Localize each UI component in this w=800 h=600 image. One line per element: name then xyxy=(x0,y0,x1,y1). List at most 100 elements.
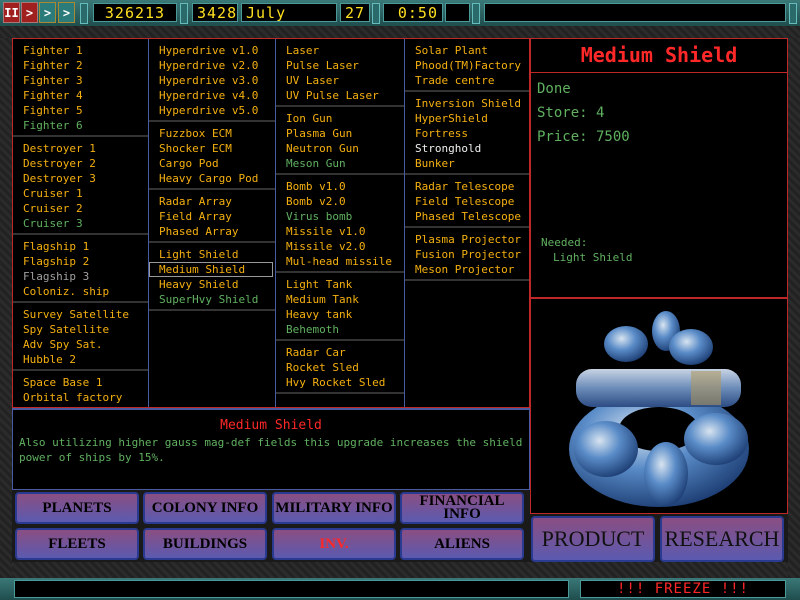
pause-button[interactable]: II xyxy=(3,2,20,23)
list-item[interactable]: Missile v1.0 xyxy=(276,224,404,239)
item-group: Survey Satellite Spy Satellite Adv Spy Sat… xyxy=(13,303,148,371)
list-item[interactable]: Adv Spy Sat. xyxy=(13,337,148,352)
list-item[interactable]: Solar Plant xyxy=(405,43,529,58)
list-item[interactable]: Cruiser 1 xyxy=(13,186,148,201)
credits-display: 326213 xyxy=(93,3,177,22)
list-item[interactable]: Radar Car xyxy=(276,345,404,360)
list-item[interactable]: Orbital factory xyxy=(13,390,148,405)
item-info-panel: Medium Shield Done Store: 4 Price: 7500 … xyxy=(530,38,788,298)
research-button[interactable]: RESEARCH xyxy=(660,516,784,562)
background-decoration xyxy=(12,562,788,578)
list-item[interactable]: Fusion Projector xyxy=(405,247,529,262)
buildings-button[interactable]: BUILDINGS xyxy=(143,528,267,560)
list-item[interactable]: Inversion Shield xyxy=(405,96,529,111)
list-item[interactable]: Rocket Sled xyxy=(276,360,404,375)
list-item[interactable]: Hvy Rocket Sled xyxy=(276,375,404,390)
faster-forward-icon: > xyxy=(62,5,71,20)
list-item[interactable]: Heavy Cargo Pod xyxy=(149,171,275,186)
list-item[interactable]: Cargo Pod xyxy=(149,156,275,171)
list-item[interactable]: Shocker ECM xyxy=(149,141,275,156)
list-item[interactable]: Mul-head missile xyxy=(276,254,404,269)
list-item[interactable]: Plasma Projector xyxy=(405,232,529,247)
list-item[interactable]: Ion Gun xyxy=(276,111,404,126)
item-group: Hyperdrive v1.0 Hyperdrive v2.0 Hyperdrive… xyxy=(149,39,275,122)
separator xyxy=(80,3,88,24)
faster-forward-button[interactable]: > xyxy=(58,2,75,23)
list-item[interactable]: Flagship 3 xyxy=(13,269,148,284)
list-item[interactable]: Virus bomb xyxy=(276,209,404,224)
list-item[interactable]: SuperHvy Shield xyxy=(149,292,275,307)
list-item-selected[interactable]: Medium Shield xyxy=(149,262,273,277)
list-item[interactable]: Destroyer 2 xyxy=(13,156,148,171)
list-item[interactable]: Neutron Gun xyxy=(276,141,404,156)
list-item[interactable]: Pulse Laser xyxy=(276,58,404,73)
list-item[interactable]: Cruiser 2 xyxy=(13,201,148,216)
list-item[interactable]: Spy Satellite xyxy=(13,322,148,337)
list-item[interactable]: Meson Gun xyxy=(276,156,404,171)
list-item[interactable]: Fuzzbox ECM xyxy=(149,126,275,141)
list-item[interactable]: UV Pulse Laser xyxy=(276,88,404,103)
list-item[interactable]: Hyperdrive v3.0 xyxy=(149,73,275,88)
list-item[interactable]: Missile v2.0 xyxy=(276,239,404,254)
fast-forward-icon: > xyxy=(43,5,52,20)
aliens-button[interactable]: ALIENS xyxy=(400,528,524,560)
list-item[interactable]: Hyperdrive v2.0 xyxy=(149,58,275,73)
list-item[interactable]: Flagship 2 xyxy=(13,254,148,269)
list-item[interactable]: Fighter 5 xyxy=(13,103,148,118)
column-ships: Fighter 1 Fighter 2 Fighter 3 Fighter 4 Figh… xyxy=(13,39,149,439)
list-item[interactable]: Bomb v2.0 xyxy=(276,194,404,209)
list-item[interactable]: Stronghold xyxy=(405,141,529,156)
list-item[interactable]: UV Laser xyxy=(276,73,404,88)
list-item[interactable]: Bomb v1.0 xyxy=(276,179,404,194)
item-group: Destroyer 1 Destroyer 2 Destroyer 3 Cruiser… xyxy=(13,137,148,235)
item-group: Plasma Projector Fusion Projector Meson Pr… xyxy=(405,228,529,281)
list-item[interactable]: Bunker xyxy=(405,156,529,171)
list-item[interactable]: Meson Projector xyxy=(405,262,529,277)
list-item[interactable]: Laser xyxy=(276,43,404,58)
list-item[interactable]: Field Telescope xyxy=(405,194,529,209)
list-item[interactable]: Destroyer 3 xyxy=(13,171,148,186)
planets-button[interactable]: PLANETS xyxy=(15,492,139,524)
list-item[interactable]: Flagship 1 xyxy=(13,239,148,254)
list-item[interactable]: Hyperdrive v4.0 xyxy=(149,88,275,103)
list-item[interactable]: Light Tank xyxy=(276,277,404,292)
list-item[interactable]: Fighter 6 xyxy=(13,118,148,133)
list-item[interactable]: Hubble 2 xyxy=(13,352,148,367)
list-item[interactable]: Behemoth xyxy=(276,322,404,337)
list-item[interactable]: Fighter 4 xyxy=(13,88,148,103)
list-item[interactable]: Radar Array xyxy=(149,194,275,209)
list-item[interactable]: Field Array xyxy=(149,209,275,224)
list-item[interactable]: Destroyer 1 xyxy=(13,141,148,156)
list-item[interactable]: Radar Telescope xyxy=(405,179,529,194)
list-item[interactable]: Hyperdrive v1.0 xyxy=(149,43,275,58)
list-item[interactable]: Plasma Gun xyxy=(276,126,404,141)
list-item[interactable]: Fortress xyxy=(405,126,529,141)
list-item[interactable]: Hyperdrive v5.0 xyxy=(149,103,275,118)
list-item[interactable]: Heavy tank xyxy=(276,307,404,322)
list-item[interactable]: Fighter 1 xyxy=(13,43,148,58)
list-item[interactable]: Phased Telescope xyxy=(405,209,529,224)
list-item[interactable]: Heavy Shield xyxy=(149,277,275,292)
list-item[interactable]: Phood(TM)Factory xyxy=(405,58,529,73)
list-item[interactable]: HyperShield xyxy=(405,111,529,126)
list-item[interactable]: Trade centre xyxy=(405,73,529,88)
list-item[interactable]: Medium Tank xyxy=(276,292,404,307)
list-item[interactable]: Space Base 1 xyxy=(13,375,148,390)
message-display xyxy=(484,3,786,22)
financial-info-button[interactable]: FINANCIAL INFO xyxy=(400,492,524,524)
fleets-button[interactable]: FLEETS xyxy=(15,528,139,560)
play-button[interactable]: > xyxy=(21,2,38,23)
list-item[interactable]: Coloniz. ship xyxy=(13,284,148,299)
list-item[interactable]: Light Shield xyxy=(149,247,275,262)
list-item[interactable]: Fighter 3 xyxy=(13,73,148,88)
list-item[interactable]: Phased Array xyxy=(149,224,275,239)
inventions-button[interactable]: INV. xyxy=(272,528,396,560)
list-item[interactable]: Survey Satellite xyxy=(13,307,148,322)
colony-info-button[interactable]: COLONY INFO xyxy=(143,492,267,524)
fast-forward-button[interactable]: > xyxy=(39,2,56,23)
list-item[interactable]: Fighter 2 xyxy=(13,58,148,73)
list-item[interactable]: Cruiser 3 xyxy=(13,216,148,231)
separator xyxy=(372,3,380,24)
military-info-button[interactable]: MILITARY INFO xyxy=(272,492,396,524)
product-button[interactable]: PRODUCT xyxy=(531,516,655,562)
